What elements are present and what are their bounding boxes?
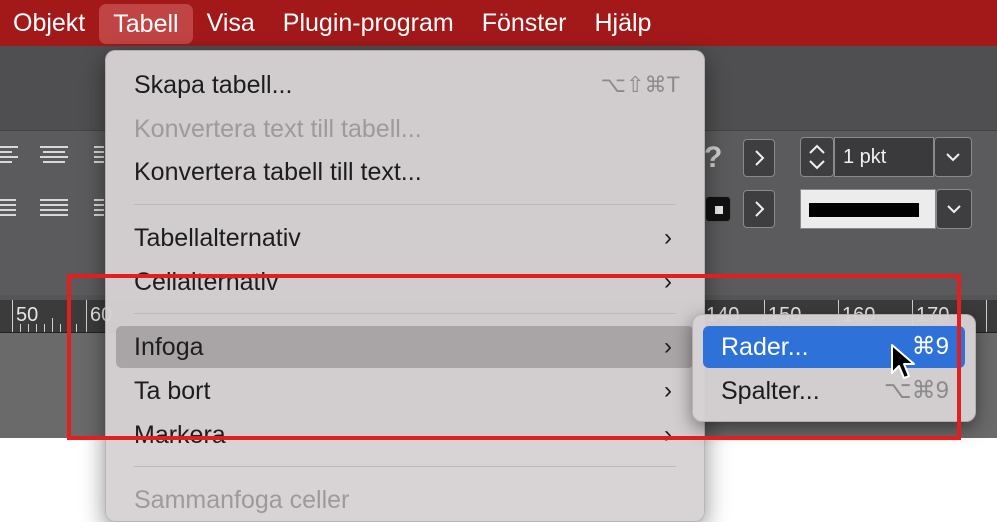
menu-item-label: Konvertera text till tabell... bbox=[134, 115, 422, 143]
justify-right-icon[interactable] bbox=[94, 196, 104, 220]
justify-left-icon[interactable] bbox=[0, 196, 28, 220]
next-arrow-button-2[interactable] bbox=[743, 190, 775, 228]
menu-visa[interactable]: Visa bbox=[193, 0, 269, 46]
menu-item-label: Sammanfoga celler bbox=[134, 486, 350, 514]
stepper-arrows-icon bbox=[809, 144, 825, 170]
stroke-type-dropdown[interactable] bbox=[936, 189, 972, 229]
help-icon[interactable]: ? bbox=[704, 141, 722, 175]
menu-item-label: Konvertera tabell till text... bbox=[134, 158, 422, 186]
fill-swatch[interactable] bbox=[705, 196, 731, 222]
menu-fonster[interactable]: Fönster bbox=[468, 0, 581, 46]
align-right-icon[interactable] bbox=[94, 143, 104, 167]
menu-separator bbox=[134, 204, 676, 205]
chevron-right-icon bbox=[755, 201, 765, 217]
shortcut-label: ⌥⇧⌘T bbox=[600, 72, 680, 97]
menu-item-tabellalternativ[interactable]: Tabellalternativ › bbox=[116, 217, 694, 259]
menu-objekt[interactable]: Objekt bbox=[0, 0, 99, 46]
chevron-down-icon bbox=[947, 205, 961, 214]
menubar: Objekt Tabell Visa Plugin-program Fönste… bbox=[0, 0, 997, 46]
menu-item-konvertera-text-till-tabell: Konvertera text till tabell... bbox=[116, 108, 694, 150]
menu-item-label: Tabellalternativ bbox=[134, 224, 301, 252]
chevron-right-icon bbox=[755, 150, 765, 166]
highlight-annotation bbox=[67, 274, 961, 440]
stroke-weight-input[interactable]: 1 pkt bbox=[834, 137, 934, 177]
chevron-right-icon: › bbox=[664, 224, 672, 251]
menu-item-label: Skapa tabell... bbox=[134, 71, 293, 99]
stroke-weight-dropdown[interactable] bbox=[934, 137, 972, 177]
align-left-icon[interactable] bbox=[0, 143, 28, 167]
next-arrow-button[interactable] bbox=[743, 139, 775, 177]
align-center-icon[interactable] bbox=[40, 143, 68, 167]
stroke-weight-stepper[interactable] bbox=[800, 137, 834, 177]
justify-all-icon[interactable] bbox=[40, 196, 68, 220]
mouse-pointer-icon bbox=[891, 344, 915, 379]
menu-plugin-program[interactable]: Plugin-program bbox=[269, 0, 468, 46]
menu-tabell[interactable]: Tabell bbox=[99, 4, 193, 44]
menu-item-konvertera-tabell-till-text[interactable]: Konvertera tabell till text... bbox=[116, 151, 694, 193]
menu-hjalp[interactable]: Hjälp bbox=[580, 0, 665, 46]
menu-item-skapa-tabell[interactable]: Skapa tabell... ⌥⇧⌘T bbox=[116, 64, 694, 106]
stroke-type-preview[interactable] bbox=[800, 189, 936, 229]
chevron-down-icon bbox=[946, 153, 960, 162]
menu-separator bbox=[134, 466, 676, 467]
menu-item-sammanfoga-celler: Sammanfoga celler bbox=[116, 479, 694, 521]
